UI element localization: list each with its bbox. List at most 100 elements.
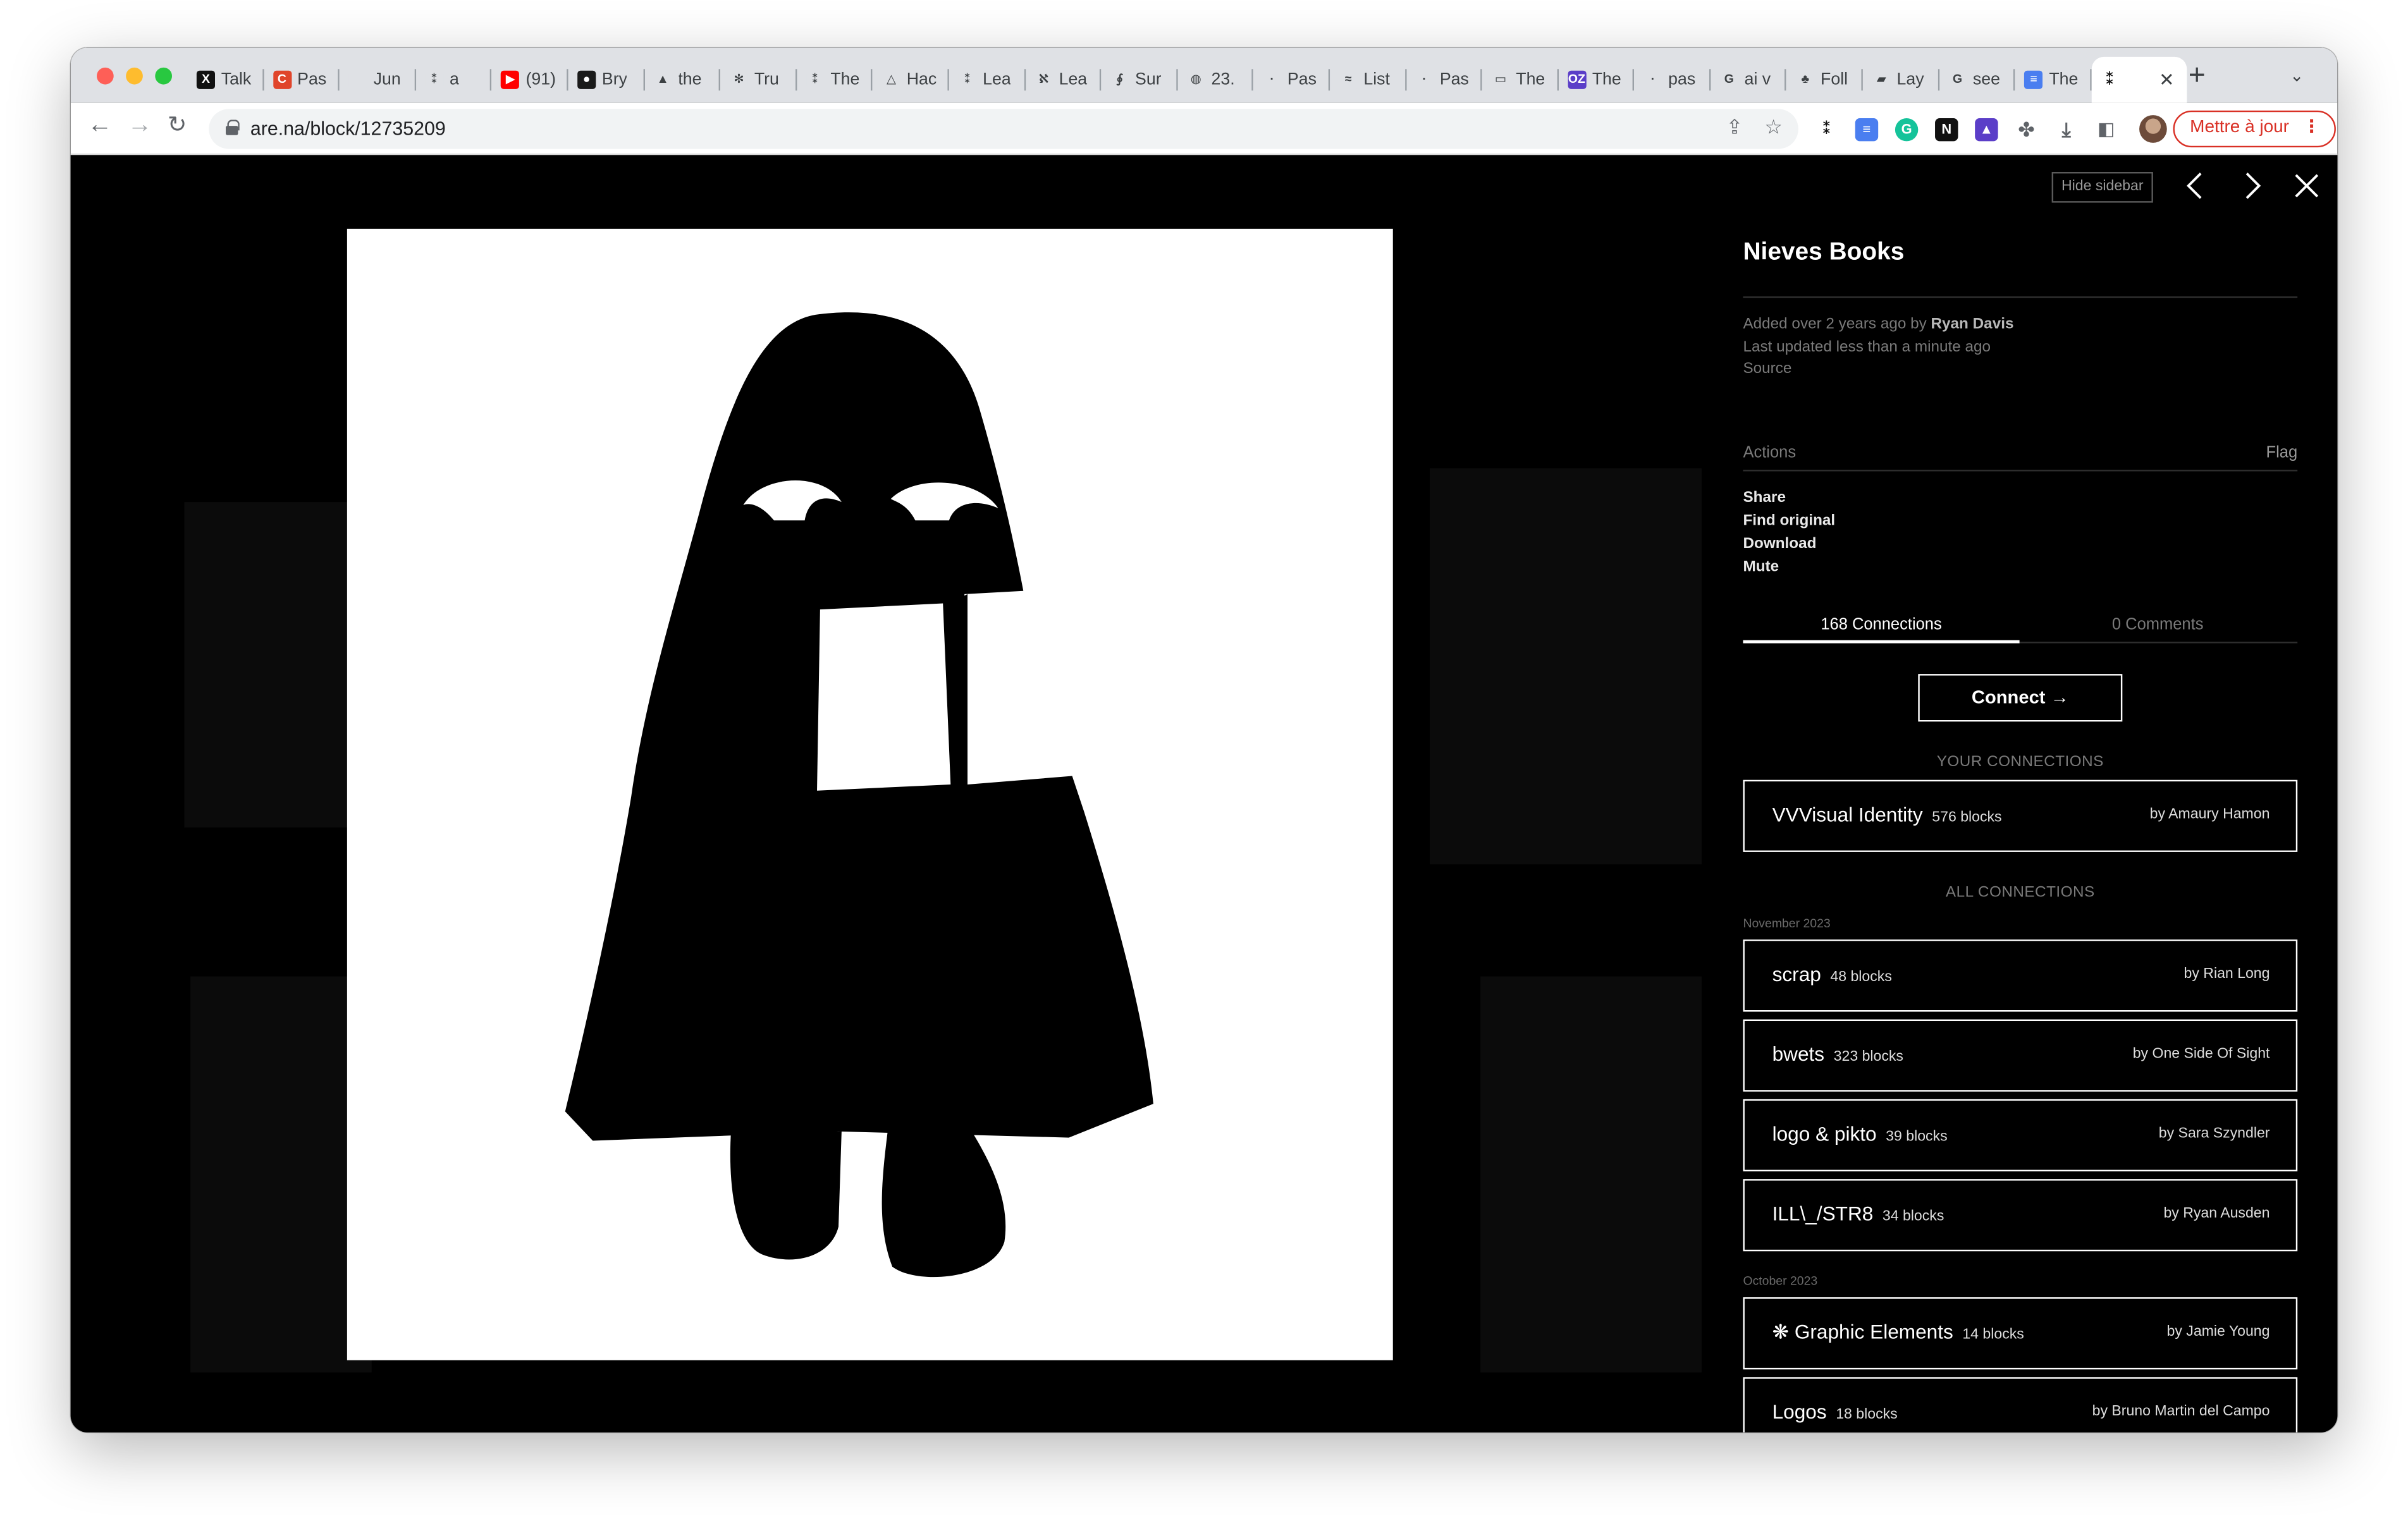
browser-tab[interactable]: Jun bbox=[340, 57, 415, 103]
tab-label: Lea bbox=[983, 70, 1011, 89]
side-panel-icon[interactable]: ◧ bbox=[2095, 118, 2118, 141]
browser-tab[interactable]: · Pas bbox=[1253, 57, 1329, 103]
puzzle-extensions-icon[interactable]: ✤ bbox=[2015, 118, 2037, 141]
browser-window: X Talk C Pas Jun ⁑ a ▶ (91) ● Bry ▲ the ✻ Tru ⁑ The △ Hac ⁑… bbox=[70, 47, 2338, 1432]
browser-tab[interactable]: ≈ List bbox=[1330, 57, 1406, 103]
tab-label: Foll bbox=[1821, 70, 1848, 89]
channel-card[interactable]: VVVisual Identity 576 blocks by Amaury Ham… bbox=[1743, 779, 2298, 852]
actions-label: Actions bbox=[1743, 443, 1797, 463]
browser-tab[interactable]: · pas bbox=[1635, 57, 1711, 103]
channel-card[interactable]: ILL\_/STR8 34 blocks by Ryan Ausden bbox=[1743, 1179, 2298, 1252]
red-circle-icon: ● bbox=[577, 70, 596, 89]
connect-button[interactable]: Connect → bbox=[1918, 674, 2123, 722]
browser-tab[interactable]: ▰ Lay bbox=[1863, 57, 1939, 103]
channel-card[interactable]: Logos 18 blocks by Bruno Martin del Campo bbox=[1743, 1377, 2298, 1432]
browser-tab[interactable]: ≡ The bbox=[2015, 57, 2091, 103]
grammarly-extension-icon[interactable]: G bbox=[1895, 118, 1919, 142]
share-action[interactable]: Share bbox=[1743, 490, 1786, 507]
browser-tab[interactable]: ▲ the bbox=[644, 57, 720, 103]
browser-tab[interactable]: C Pas bbox=[264, 57, 340, 103]
channel-card[interactable]: scrap 48 blocks by Rian Long bbox=[1743, 939, 2298, 1012]
download-icon[interactable]: ⤓ bbox=[2055, 118, 2077, 141]
rocket-icon: ▲ bbox=[653, 70, 672, 89]
double-asterisk-icon: ⁑ bbox=[806, 70, 825, 89]
channel-author: by Sara Szyndler bbox=[2158, 1125, 2270, 1142]
notion-extension-icon[interactable]: N bbox=[1935, 118, 1958, 142]
tab-label: 23. bbox=[1211, 70, 1235, 89]
channel-title: logo & pikto 39 blocks bbox=[1772, 1122, 1948, 1145]
mute-action[interactable]: Mute bbox=[1743, 559, 1779, 576]
browser-tab[interactable]: ℵ Lea bbox=[1025, 57, 1101, 103]
plant-icon: ♣ bbox=[1796, 70, 1815, 89]
bookmark-star-icon[interactable]: ☆ bbox=[1764, 117, 1782, 137]
your-connections-heading: YOUR CONNECTIONS bbox=[1936, 754, 2104, 771]
tab-label: Lay bbox=[1896, 70, 1924, 89]
browser-tab[interactable]: △ Hac bbox=[873, 57, 949, 103]
channel-name: Logos bbox=[1772, 1400, 1827, 1424]
blank-icon bbox=[348, 70, 367, 89]
close-tab-icon[interactable]: ✕ bbox=[2159, 69, 2174, 90]
browser-tab[interactable]: Gai v bbox=[1711, 57, 1786, 103]
browser-tab[interactable]: Gsee bbox=[1939, 57, 2015, 103]
flag-link[interactable]: Flag bbox=[2266, 444, 2298, 462]
next-block-icon[interactable] bbox=[2235, 169, 2268, 202]
channel-block-count: 48 blocks bbox=[1830, 968, 1892, 986]
reading-figure-illustration bbox=[565, 312, 1153, 1278]
arena-extension-icon[interactable]: ⁑ bbox=[1815, 118, 1838, 141]
browser-tab[interactable]: ▶ (91) bbox=[492, 57, 568, 103]
browser-tab[interactable]: ⁑ The bbox=[797, 57, 873, 103]
docs-extension-icon[interactable]: ≡ bbox=[1855, 118, 1879, 142]
address-bar[interactable]: are.na/block/12735209 ⇪ ☆ bbox=[209, 109, 1798, 149]
channel-title: scrap 48 blocks bbox=[1772, 963, 1892, 986]
source-link[interactable]: Source bbox=[1743, 361, 1791, 378]
previous-block-icon[interactable] bbox=[2179, 169, 2213, 202]
close-icon[interactable] bbox=[2290, 169, 2323, 202]
tab-label: Talk bbox=[221, 70, 252, 89]
avatar[interactable] bbox=[2139, 115, 2167, 143]
image-icon: ▭ bbox=[1491, 70, 1510, 89]
forward-arrow-icon[interactable]: → bbox=[128, 113, 152, 138]
browser-tab[interactable]: OZ The bbox=[1558, 57, 1634, 103]
tab-search-chevron-icon[interactable]: ⌄ bbox=[2290, 66, 2304, 86]
browser-tab[interactable]: ♣ Foll bbox=[1787, 57, 1863, 103]
share-icon[interactable]: ⇪ bbox=[1726, 117, 1743, 137]
tab-label: ai v bbox=[1744, 70, 1771, 89]
close-window-button[interactable] bbox=[97, 67, 114, 85]
background-block bbox=[1480, 976, 1702, 1373]
browser-tab[interactable]: ∮ Sur bbox=[1102, 57, 1177, 103]
background-block bbox=[190, 976, 372, 1373]
browser-tab[interactable]: ✻ Tru bbox=[720, 57, 796, 103]
tab-comments[interactable]: 0 Comments bbox=[2020, 616, 2296, 634]
tab-label: Bry bbox=[601, 70, 628, 89]
download-action[interactable]: Download bbox=[1743, 536, 1816, 553]
browser-tab[interactable]: ▭ The bbox=[1482, 57, 1558, 103]
channel-card[interactable]: ❋ Graphic Elements 14 blocks by Jamie Youn… bbox=[1743, 1297, 2298, 1370]
tab-label: see bbox=[1972, 70, 2001, 89]
added-by-link[interactable]: Ryan Davis bbox=[1931, 316, 2014, 333]
back-arrow-icon[interactable]: ← bbox=[87, 113, 112, 138]
minimize-window-button[interactable] bbox=[126, 67, 143, 85]
browser-tab[interactable]: ● Bry bbox=[568, 57, 644, 103]
triangle-icon: △ bbox=[882, 70, 900, 89]
badge-extension-icon[interactable]: ▲ bbox=[1975, 118, 1998, 142]
url-text: are.na/block/12735209 bbox=[250, 118, 446, 140]
find-original-action[interactable]: Find original bbox=[1743, 513, 1835, 530]
browser-tab[interactable]: ⁑ Lea bbox=[949, 57, 1025, 103]
block-image[interactable] bbox=[347, 228, 1393, 1360]
browser-tab[interactable]: ◍ 23. bbox=[1177, 57, 1253, 103]
browser-tab[interactable]: ⁑ a bbox=[416, 57, 492, 103]
channel-title: VVVisual Identity 576 blocks bbox=[1772, 803, 2002, 826]
maximize-window-button[interactable] bbox=[155, 67, 173, 85]
tab-connections[interactable]: 168 Connections bbox=[1743, 616, 2019, 634]
hide-sidebar-button[interactable]: Hide sidebar bbox=[2051, 172, 2153, 203]
browser-tab[interactable]: X Talk bbox=[187, 57, 263, 103]
feather-icon: ∮ bbox=[1110, 70, 1129, 89]
channel-name: ❋ Graphic Elements bbox=[1772, 1320, 1953, 1344]
update-button[interactable]: Mettre à jour ⋮ bbox=[2173, 110, 2336, 148]
reload-icon[interactable]: ↻ bbox=[168, 114, 187, 137]
active-browser-tab[interactable]: ⁑ ✕ bbox=[2091, 56, 2187, 103]
channel-card[interactable]: bwets 323 blocks by One Side Of Sight bbox=[1743, 1019, 2298, 1092]
browser-tab[interactable]: · Pas bbox=[1406, 57, 1482, 103]
new-tab-button[interactable]: + bbox=[2189, 61, 2206, 90]
channel-card[interactable]: logo & pikto 39 blocks by Sara Szyndler bbox=[1743, 1099, 2298, 1172]
